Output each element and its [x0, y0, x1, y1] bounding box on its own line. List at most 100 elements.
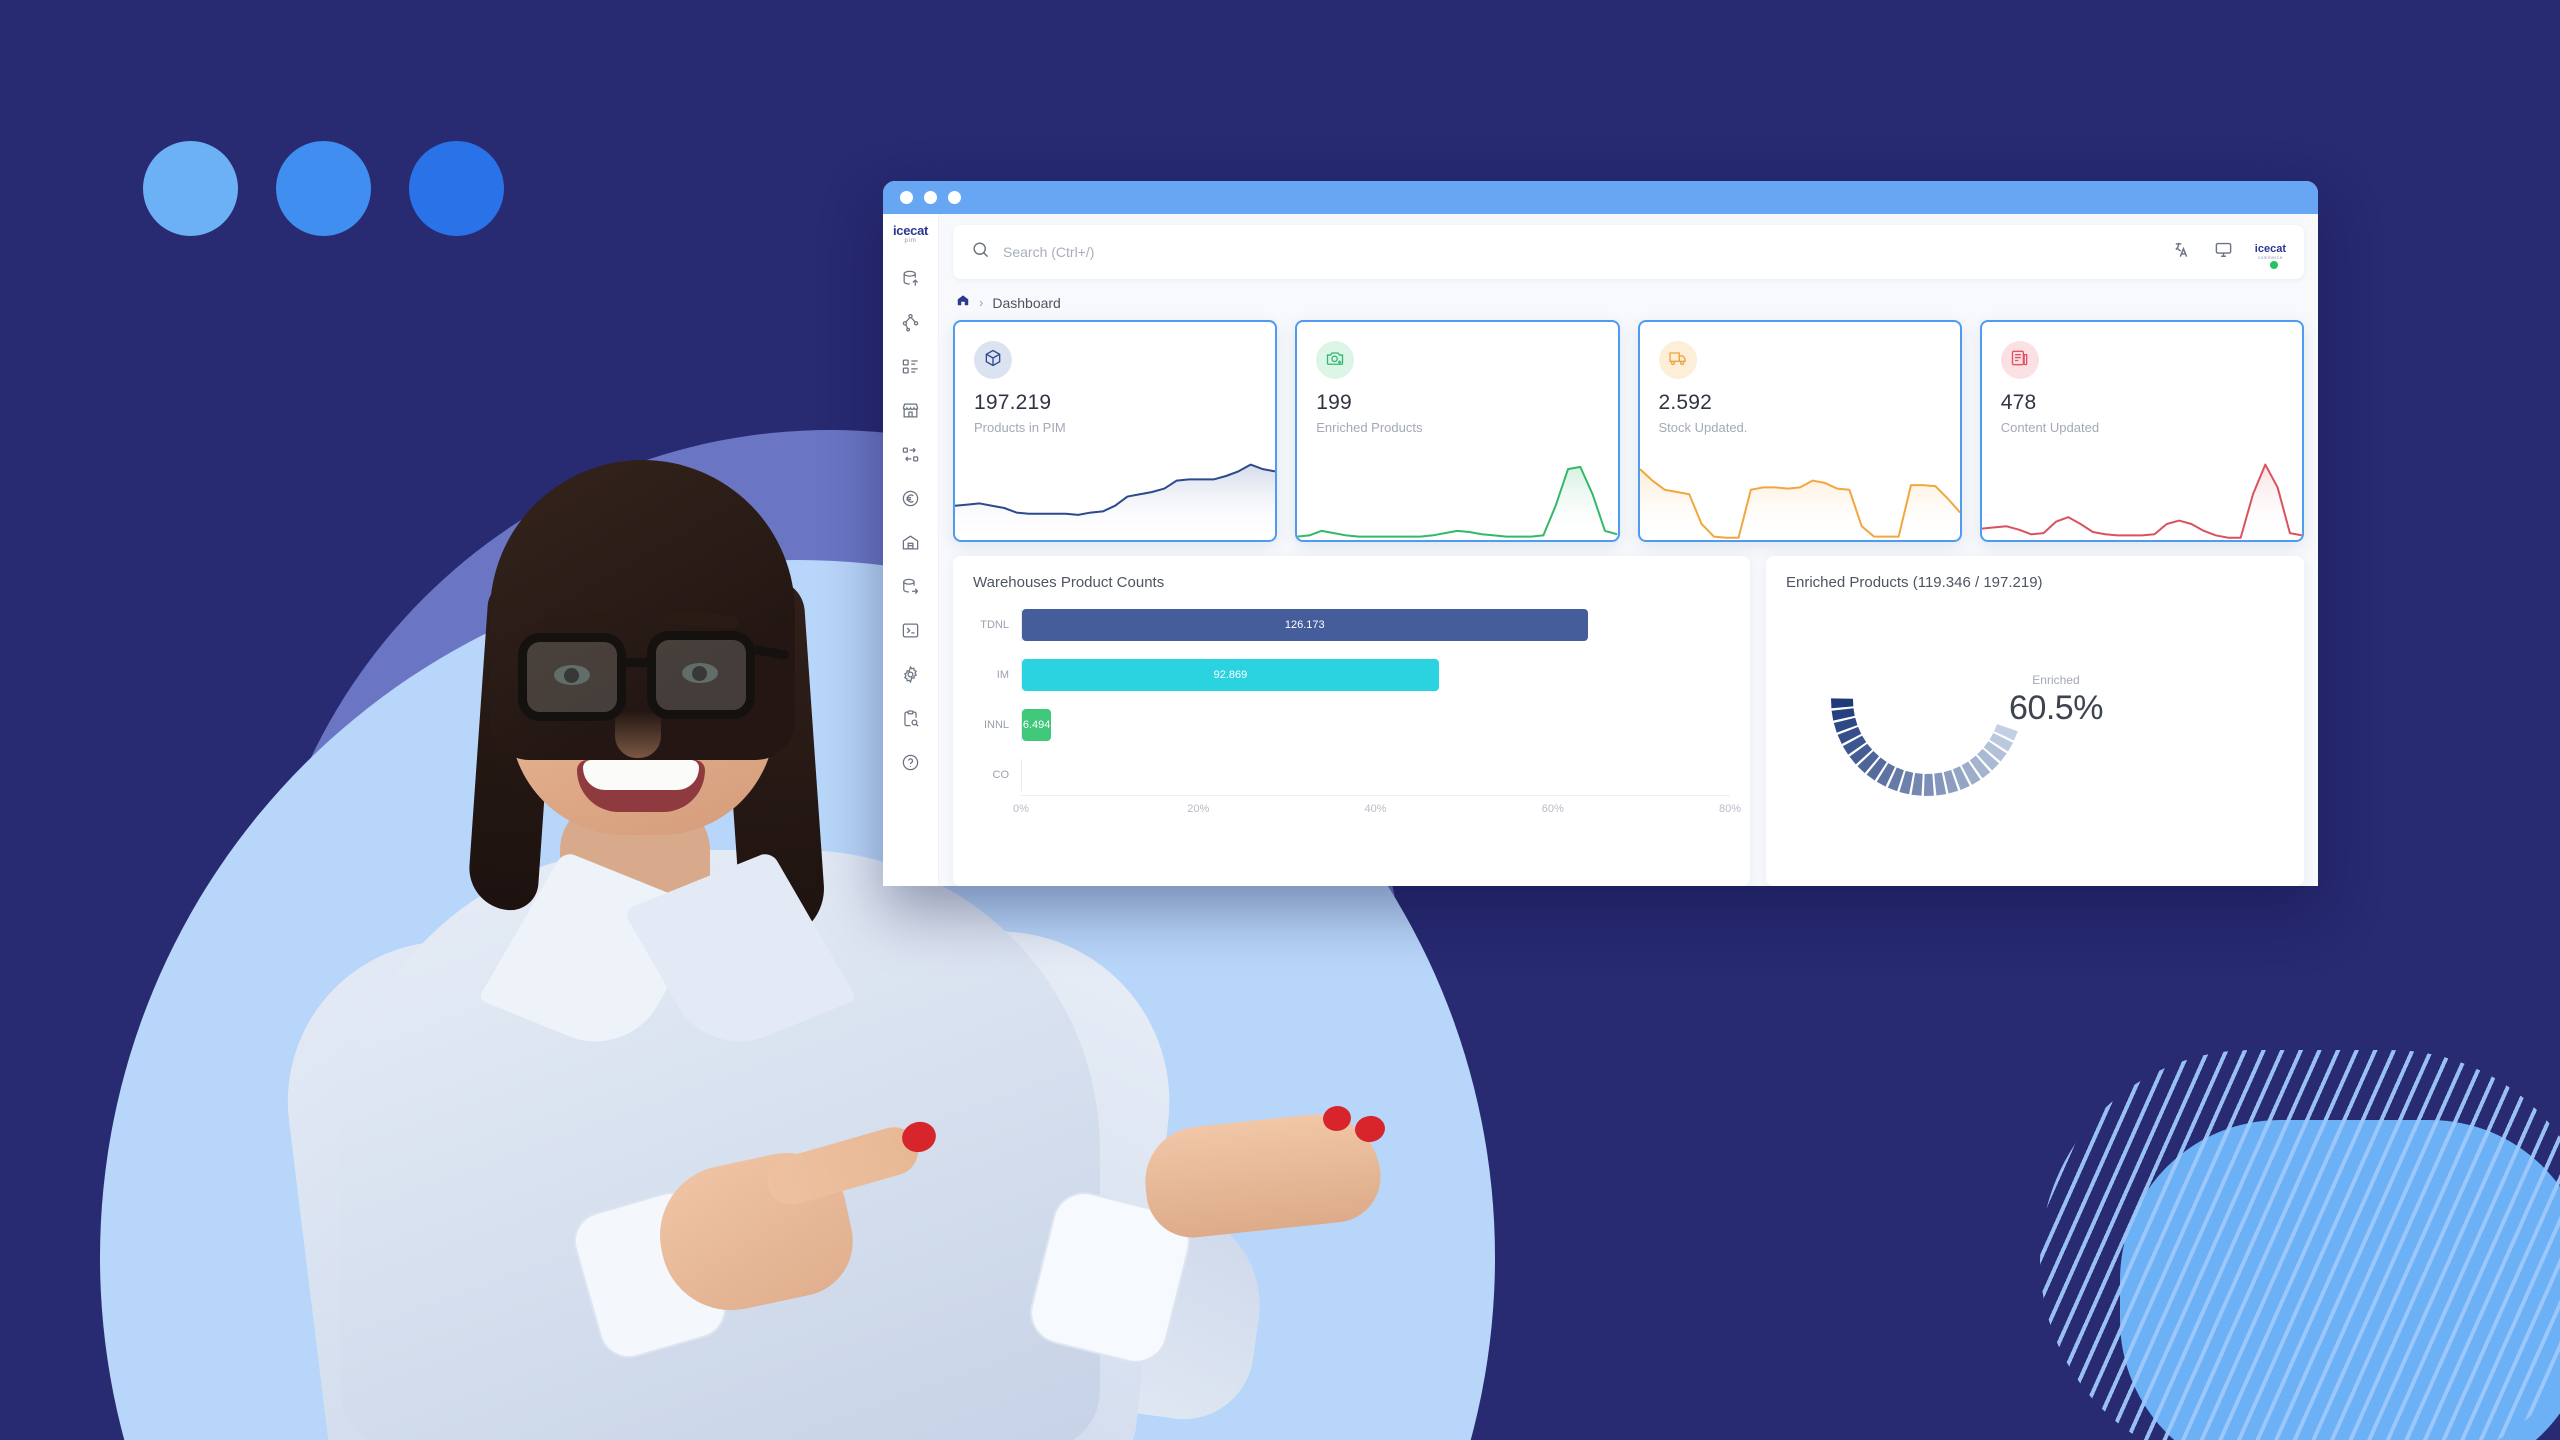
sparkline-0 [955, 454, 1276, 540]
database-upload-icon [901, 269, 920, 293]
bar-fill[interactable]: 92.869 [1022, 659, 1439, 691]
database-export-icon [901, 577, 920, 601]
decorative-dot-1 [143, 141, 238, 236]
bar-category-label: TDNL [980, 619, 1009, 631]
bar-track: 6.494 [1021, 709, 1730, 741]
card-value-3: 478 [2000, 391, 2037, 414]
sidebar: icecat pim [883, 214, 939, 886]
logo-sub-text: pim [904, 238, 917, 244]
sparkline-3 [1981, 454, 2302, 540]
box-icon [983, 348, 1003, 373]
card-icon-wrap-1 [1316, 341, 1355, 379]
glasses-bridge [624, 658, 650, 667]
transfer-icon [901, 445, 920, 469]
monitor-icon[interactable] [2214, 240, 2233, 264]
sidebar-item-pricing[interactable] [892, 482, 930, 520]
traffic-light-close[interactable] [900, 191, 913, 204]
card-label-0: Products in PIM [974, 420, 1066, 435]
card-icon-wrap-3 [2000, 341, 2039, 379]
card-icon-wrap-2 [1658, 341, 1697, 379]
decorative-dot-2 [276, 141, 371, 236]
home-icon[interactable] [956, 293, 970, 312]
breadcrumb-separator: › [979, 295, 984, 310]
x-axis-tick: 40% [1364, 803, 1387, 815]
topbar: icecat commerce [939, 214, 2318, 279]
sidebar-item-warehouses[interactable] [892, 526, 930, 564]
warehouses-chart-title: Warehouses Product Counts [973, 574, 1165, 591]
warehouses-panel: Warehouses Product Counts TDNL 126.173 IM 9… [953, 556, 1750, 886]
card-value-0: 197.219 [974, 391, 1052, 414]
search-input[interactable] [1003, 244, 2153, 260]
card-value-2: 2.592 [1658, 391, 1713, 414]
brand-sub-text: commerce [2257, 254, 2283, 260]
clipboard-search-icon [901, 709, 920, 733]
traffic-light-minimize[interactable] [924, 191, 937, 204]
help-circle-icon [901, 753, 920, 777]
sidebar-item-mapping[interactable] [892, 438, 930, 476]
list-details-icon [901, 357, 920, 381]
sidebar-item-import[interactable] [892, 262, 930, 300]
bar-fill[interactable]: 6.494 [1022, 709, 1052, 741]
stat-cards-row: 197.219 Products in PIM 199 Enriched Pro… [939, 320, 2318, 542]
euro-icon [901, 489, 920, 513]
brand-account-chip[interactable]: icecat commerce [2254, 242, 2286, 270]
x-axis-tick: 80% [1718, 803, 1741, 815]
enriched-panel: Enriched Products (119.346 / 197.219) En… [1765, 556, 2304, 886]
warehouses-bar-chart: TDNL 126.173 IM 92.869 INNL 6.494 CO [973, 605, 1730, 795]
x-axis-tick: 0% [1013, 803, 1029, 815]
sidebar-item-taxonomy[interactable] [892, 306, 930, 344]
bar-row: TDNL 126.173 [973, 605, 1730, 645]
terminal-icon [901, 621, 920, 645]
logo-main-text: icecat [892, 223, 929, 238]
breadcrumb-current[interactable]: Dashboard [992, 295, 1061, 311]
bar-track: 92.869 [1021, 659, 1730, 691]
main-content: icecat commerce › Dashboard [939, 214, 2318, 886]
hierarchy-icon [901, 313, 920, 337]
search-icon [971, 240, 990, 264]
mouth [577, 760, 705, 812]
stat-card-stock-updated[interactable]: 2.592 Stock Updated. [1637, 320, 1962, 542]
camera-plus-icon [1325, 348, 1345, 373]
sidebar-item-console[interactable] [892, 614, 930, 652]
window-titlebar [883, 181, 2318, 214]
truck-icon [1668, 348, 1688, 373]
sparkline-1 [1297, 454, 1618, 540]
sidebar-logo[interactable]: icecat pim [893, 224, 928, 244]
breadcrumb: › Dashboard [939, 279, 2318, 320]
bar-row: INNL 6.494 [973, 705, 1730, 745]
sparkline-2 [1639, 454, 1960, 540]
card-icon-wrap-0 [974, 341, 1012, 379]
sidebar-item-settings[interactable] [892, 658, 930, 696]
status-indicator-dot [2270, 261, 2278, 270]
browser-window: icecat pim Search (Ctrl+/) icecat commer… [883, 181, 2318, 886]
stat-card-content-updated[interactable]: 478 Content Updated [1979, 320, 2304, 542]
hand-right [1139, 1108, 1386, 1242]
bar-fill[interactable]: 126.173 [1022, 609, 1588, 641]
sidebar-item-products[interactable] [892, 350, 930, 388]
bar-chart-x-axis: 0% 20% 40% 60% 80% [1013, 795, 1741, 815]
sidebar-item-help[interactable] [892, 746, 930, 784]
stat-card-enriched-products[interactable]: 199 Enriched Products [1295, 320, 1620, 542]
topbar-actions: icecat commerce [2173, 240, 2286, 270]
enriched-chart-title: Enriched Products (119.346 / 197.219) [1785, 574, 2043, 591]
sidebar-item-audit[interactable] [892, 702, 930, 740]
sidebar-item-export[interactable] [892, 570, 930, 608]
translate-icon[interactable] [2173, 240, 2192, 264]
stat-card-products-in-pim[interactable]: 197.219 Products in PIM [953, 320, 1278, 542]
news-icon [2010, 348, 2030, 373]
gauge-label: Enriched [2032, 673, 2080, 687]
sidebar-item-channels[interactable] [892, 394, 930, 432]
bar-category-label: INNL [983, 719, 1009, 731]
gear-icon [901, 665, 920, 689]
traffic-light-maximize[interactable] [948, 191, 961, 204]
card-label-2: Stock Updated. [1658, 420, 1748, 435]
search-bar[interactable]: icecat commerce [953, 225, 2304, 279]
striped-pill-decoration [2010, 1030, 2560, 1440]
bar-track: 126.173 [1021, 609, 1730, 641]
x-axis-tick: 20% [1187, 803, 1210, 815]
bar-row: CO [973, 755, 1730, 795]
brand-main-text: icecat [2254, 242, 2286, 255]
decorative-dot-3 [409, 141, 504, 236]
bar-row: IM 92.869 [973, 655, 1730, 695]
card-value-1: 199 [1316, 391, 1352, 414]
